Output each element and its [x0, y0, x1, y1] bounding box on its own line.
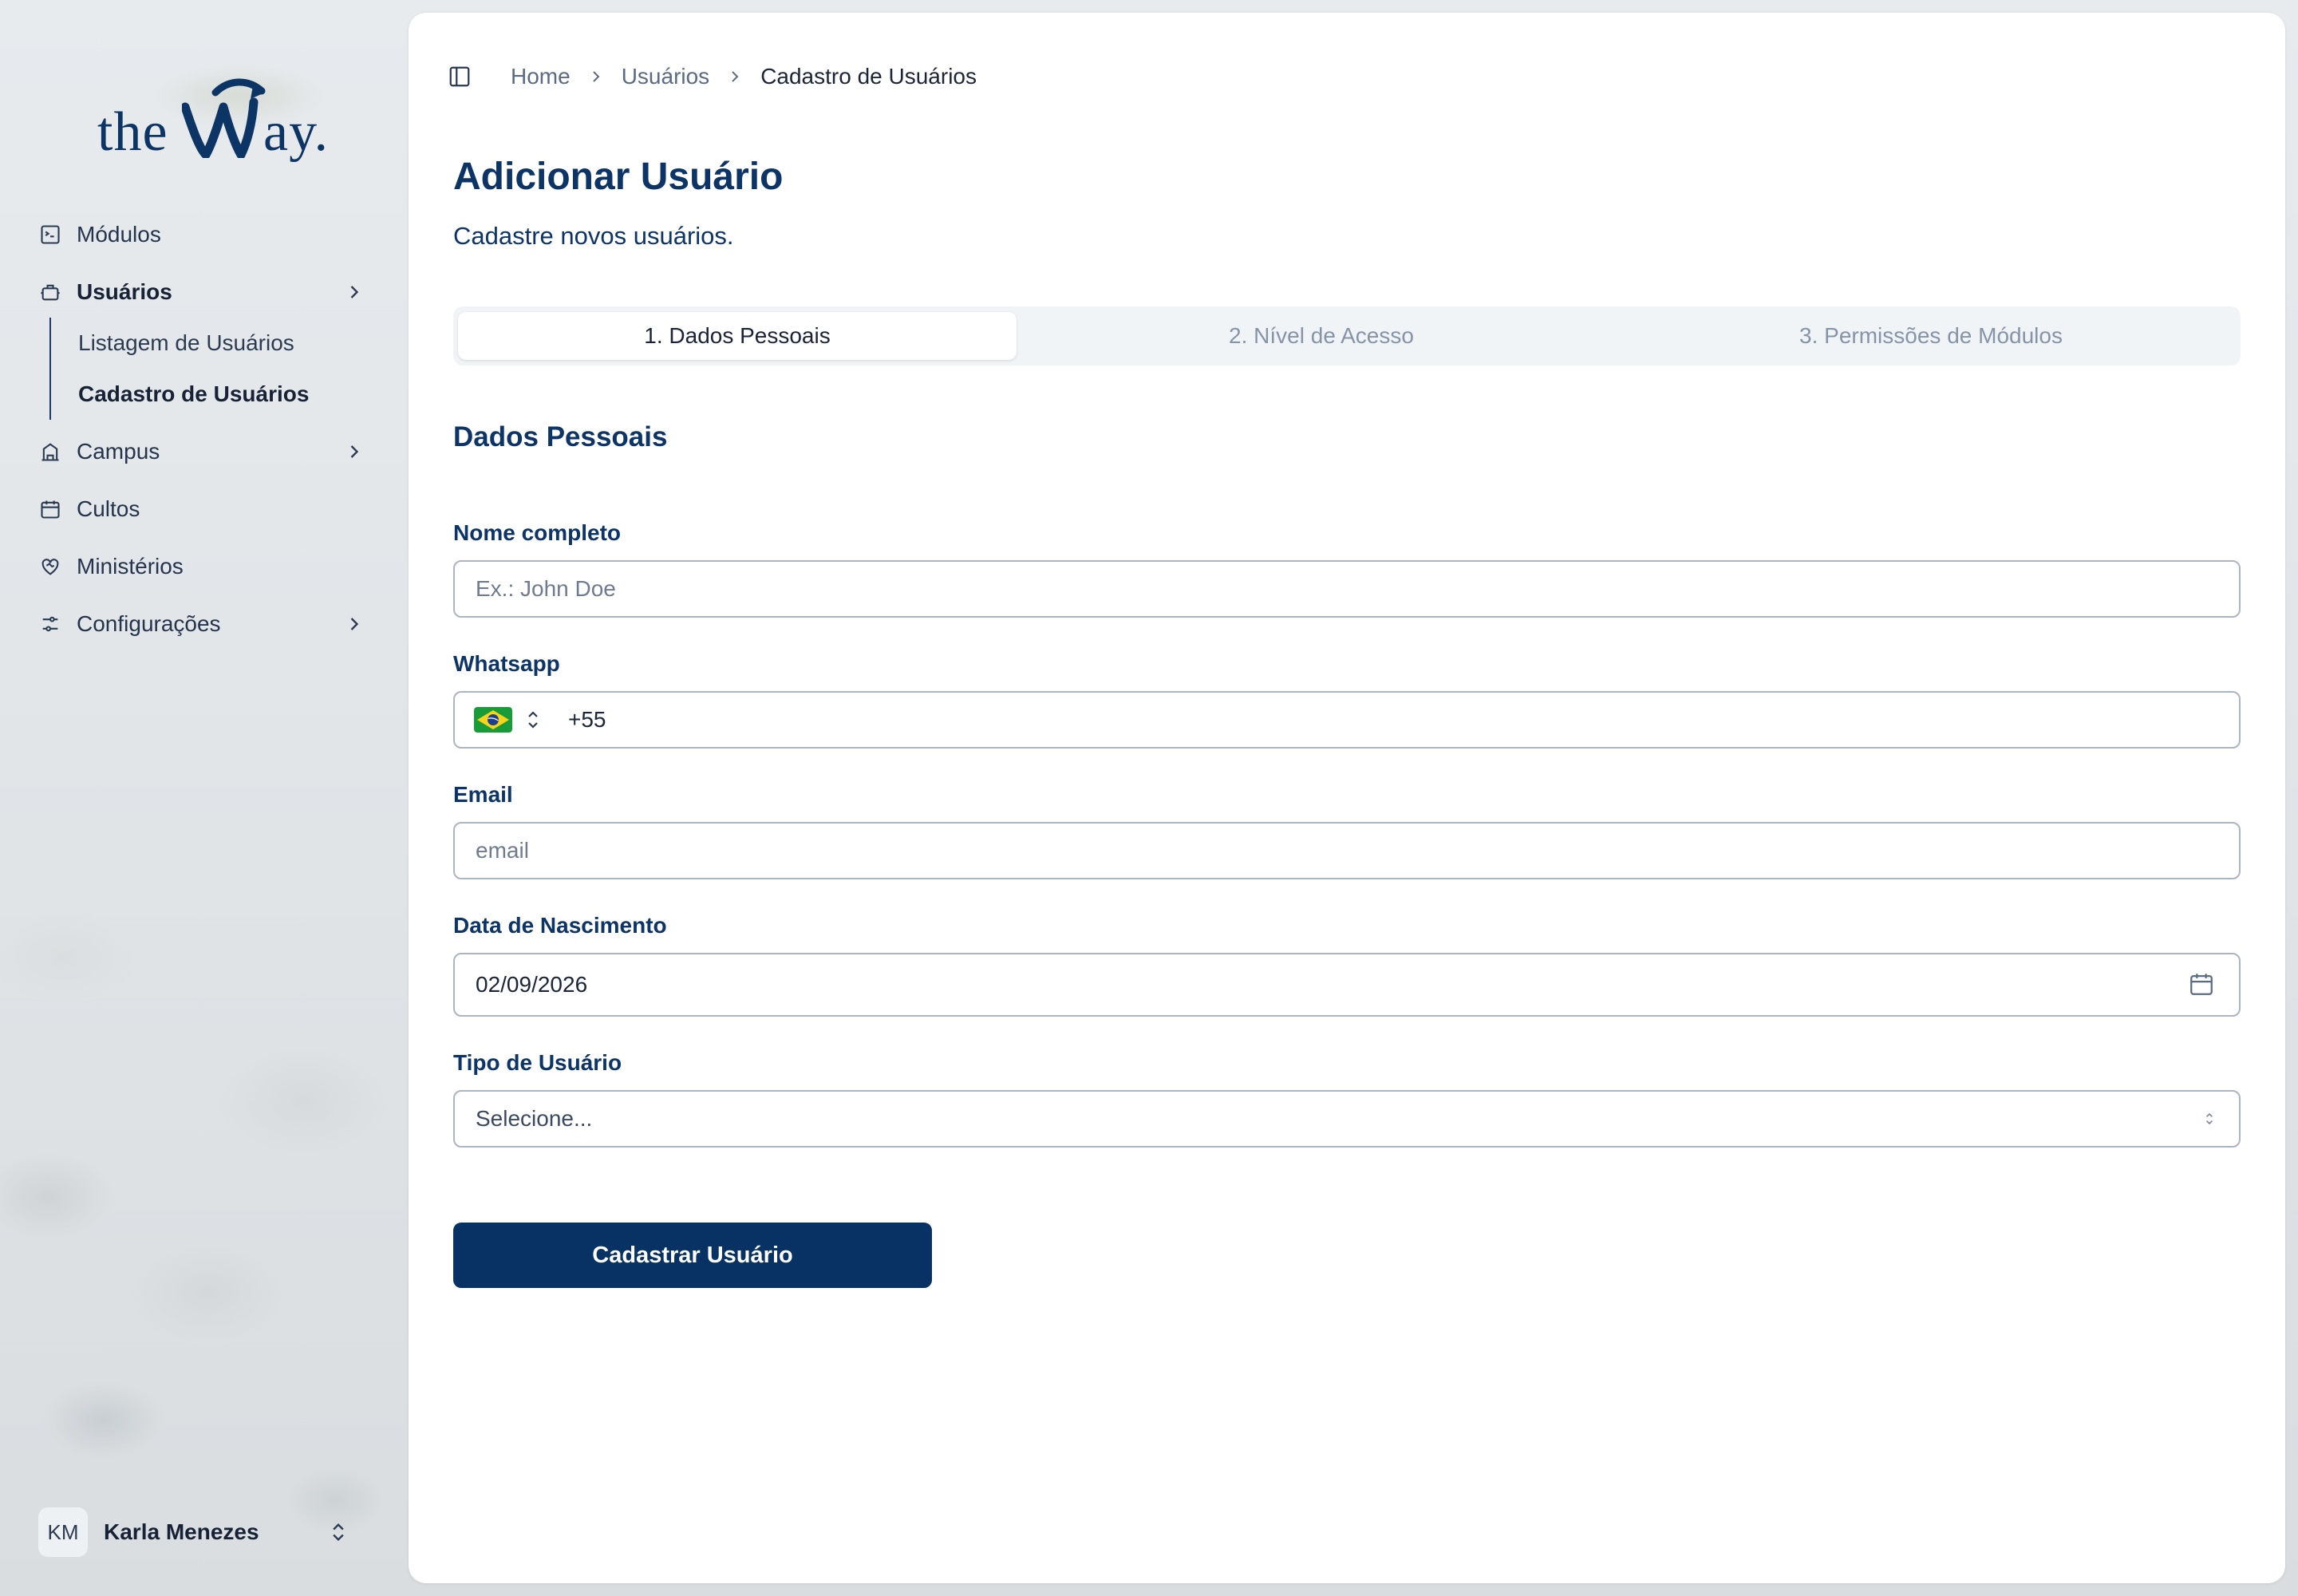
email-input[interactable]	[453, 822, 2241, 879]
sidebar-item-cultos[interactable]: Cultos	[38, 484, 373, 535]
field-label: Data de Nascimento	[453, 913, 667, 938]
chevron-right-icon	[732, 71, 739, 82]
brazil-flag-icon	[474, 707, 512, 733]
date-field	[453, 953, 2241, 1017]
avatar: KM	[38, 1507, 88, 1557]
chevrons-up-down-icon	[2205, 1112, 2213, 1125]
phone-field	[453, 691, 2241, 749]
chevrons-up-down-icon	[528, 711, 538, 729]
field-email: Email	[453, 782, 2241, 879]
sidebar-item-usuarios[interactable]: Usuários	[38, 267, 373, 318]
sidebar-item-modulos[interactable]: Módulos	[38, 209, 373, 260]
modules-icon	[38, 223, 62, 247]
country-select[interactable]	[474, 707, 543, 733]
logo-w-arrow-icon	[182, 78, 266, 158]
logo-text-ay: ay.	[263, 101, 330, 163]
chevron-right-icon	[350, 618, 359, 630]
field-whatsapp: Whatsapp	[453, 651, 2241, 749]
field-label: Tipo de Usuário	[453, 1050, 622, 1075]
submit-user-button[interactable]: Cadastrar Usuário	[453, 1223, 932, 1288]
campus-icon	[38, 440, 62, 464]
sidebar-item-label: Campus	[77, 439, 160, 464]
form-step-tabs: 1. Dados Pessoais 2. Nível de Acesso 3. …	[453, 306, 2241, 365]
breadcrumb: Home Usuários Cadastro de Usuários	[511, 64, 977, 89]
calendar-icon	[38, 497, 62, 521]
breadcrumb-current: Cadastro de Usuários	[760, 64, 977, 89]
tab-nivel-acesso[interactable]: 2. Nível de Acesso	[1017, 312, 1626, 360]
select-value: Selecione...	[453, 1090, 2241, 1148]
field-label: Email	[453, 782, 513, 807]
sidebar-item-label: Módulos	[77, 222, 161, 247]
logo-text-the: the	[97, 101, 168, 163]
calendar-icon[interactable]	[2188, 970, 2215, 998]
user-menu[interactable]: KM Karla Menezes	[38, 1507, 373, 1558]
sidebar-item-label: Ministérios	[77, 554, 184, 579]
chevron-right-icon	[350, 286, 359, 298]
brand-logo[interactable]: the ay.	[94, 70, 328, 166]
tab-dados-pessoais[interactable]: 1. Dados Pessoais	[458, 312, 1017, 360]
sidebar-item-label: Usuários	[77, 279, 172, 304]
tab-permissoes-modulos[interactable]: 3. Permissões de Módulos	[1626, 312, 2236, 360]
page-title: Adicionar Usuário	[453, 156, 784, 198]
section-title: Dados Pessoais	[453, 421, 668, 452]
heart-handshake-icon	[38, 555, 62, 579]
topbar: Home Usuários Cadastro de Usuários	[447, 54, 977, 99]
breadcrumb-home[interactable]: Home	[511, 64, 571, 89]
chevron-right-icon	[592, 71, 600, 82]
sidebar-item-label: Configurações	[77, 611, 221, 636]
panel-left-icon	[449, 66, 470, 87]
sidebar-item-ministerios[interactable]: Ministérios	[38, 541, 373, 592]
field-label: Nome completo	[453, 520, 622, 545]
user-type-select[interactable]: Selecione...	[453, 1090, 2241, 1148]
field-tipo-usuario: Tipo de Usuário Selecione...	[453, 1050, 2241, 1148]
sidebar-subitem-cadastro-usuarios[interactable]: Cadastro de Usuários	[78, 369, 373, 420]
field-nome-completo: Nome completo	[453, 520, 2241, 618]
usuarios-submenu: Listagem de Usuários Cadastro de Usuário…	[49, 318, 373, 420]
chevrons-up-down-icon	[333, 1523, 344, 1541]
user-name: Karla Menezes	[104, 1519, 259, 1544]
sidebar-nav: Módulos Usuários Listagem de Usuários Ca…	[38, 209, 373, 650]
field-data-nascimento: Data de Nascimento	[453, 913, 2241, 1017]
sidebar-item-configuracoes[interactable]: Configurações	[38, 598, 373, 650]
breadcrumb-usuarios[interactable]: Usuários	[622, 64, 709, 89]
sidebar-toggle-button[interactable]	[447, 64, 472, 89]
sidebar-item-label: Cultos	[77, 496, 140, 521]
settings-sliders-icon	[38, 612, 62, 636]
users-icon	[38, 280, 62, 304]
full-name-input[interactable]	[453, 560, 2241, 618]
page-subtitle: Cadastre novos usuários.	[453, 222, 734, 250]
sidebar-item-campus[interactable]: Campus	[38, 426, 373, 477]
field-label: Whatsapp	[453, 651, 560, 676]
main-panel: Home Usuários Cadastro de Usuários Adici…	[409, 13, 2285, 1583]
sidebar-subitem-listagem-usuarios[interactable]: Listagem de Usuários	[78, 318, 373, 369]
whatsapp-input[interactable]	[543, 694, 2239, 745]
sidebar: the ay. Módulos Usuários Listagem de Usu…	[0, 0, 409, 1596]
birthdate-input[interactable]	[453, 953, 2241, 1017]
chevron-right-icon	[350, 445, 359, 458]
